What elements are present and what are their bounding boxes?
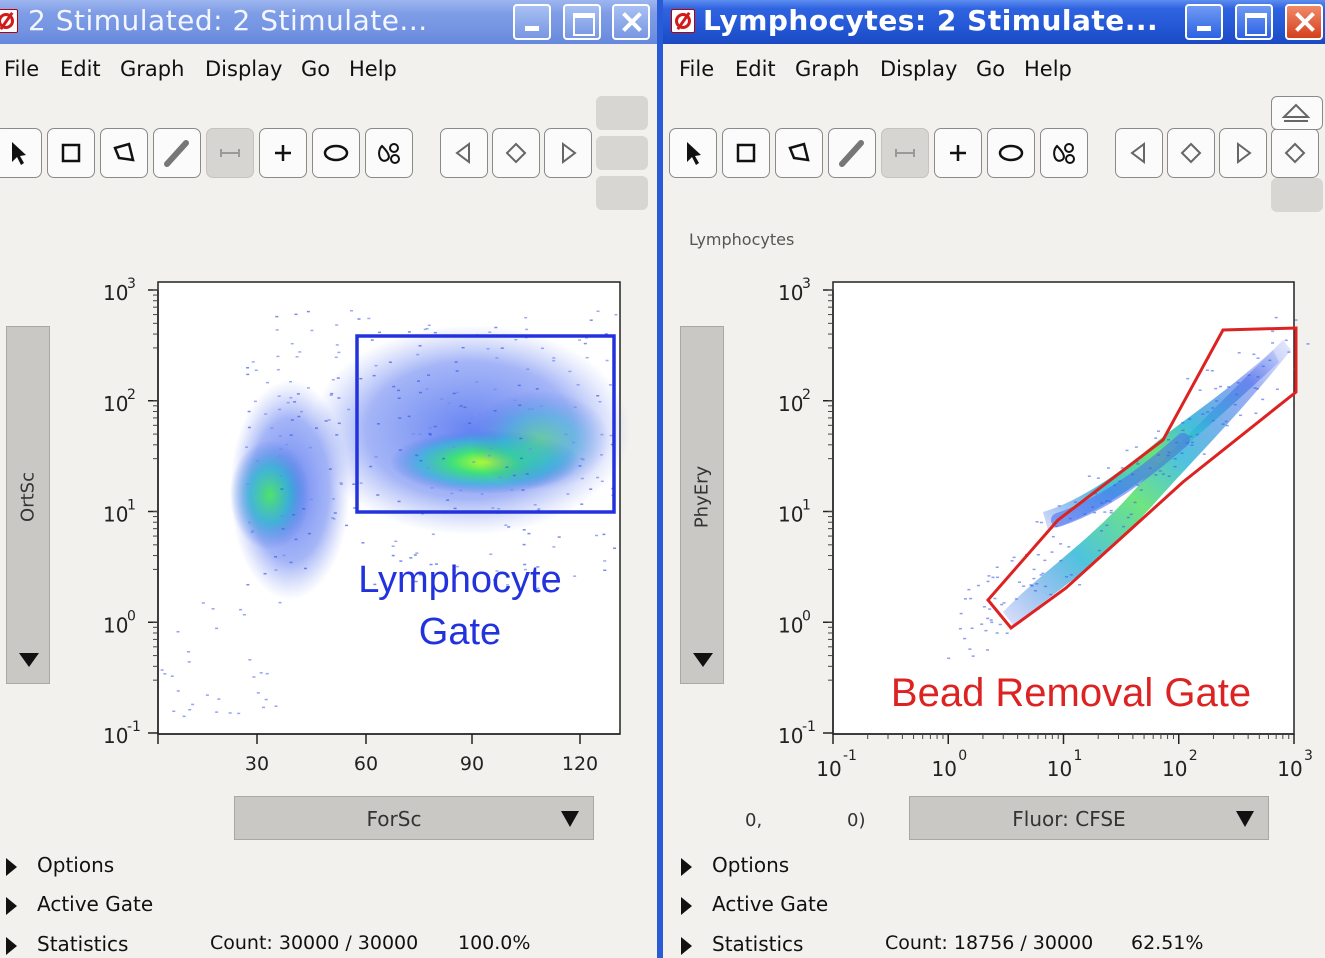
chevron-down-icon xyxy=(1236,811,1254,827)
active-gate-expander[interactable]: Active Gate xyxy=(6,892,153,916)
right-dot-plot[interactable]: Bead Removal Gate 10310210110010-1 10-11… xyxy=(663,0,1325,790)
y-tick-exponent: 0 xyxy=(127,608,136,624)
y-tick-label: 10 xyxy=(778,613,803,637)
y-tick-label: 10 xyxy=(778,392,803,416)
chevron-down-icon xyxy=(561,811,579,827)
gate-label-line2: Gate xyxy=(419,611,501,653)
active-gate-label: Active Gate xyxy=(37,892,154,916)
y-tick-label: 10 xyxy=(103,281,128,305)
options-expander[interactable]: Options xyxy=(6,853,114,877)
x-axis-param: ForSc xyxy=(366,807,422,831)
y-tick-label: 10 xyxy=(103,392,128,416)
active-gate-label: Active Gate xyxy=(712,892,829,916)
y-tick-exponent: 3 xyxy=(802,276,811,292)
event-count: Count: 18756 / 30000 xyxy=(885,932,1094,954)
y-tick-label: 10 xyxy=(103,613,128,637)
y-tick-exponent: -1 xyxy=(127,719,141,735)
y-tick-label: 10 xyxy=(103,503,128,527)
y-tick-label: 10 xyxy=(778,503,803,527)
y-tick-exponent: 3 xyxy=(127,276,136,292)
x-tick-label: 10 xyxy=(1277,757,1302,781)
y-tick-exponent: 2 xyxy=(802,387,811,403)
x-tick-label: 60 xyxy=(354,753,378,775)
x-axis-param: Fluor: CFSE xyxy=(1012,807,1126,831)
x-axis-selector[interactable]: Fluor: CFSE xyxy=(909,796,1269,840)
right-window: Lymphocytes: 2 Stimulate... File Edit Gr… xyxy=(663,0,1325,958)
gate-label: Bead Removal Gate xyxy=(891,671,1251,715)
statistics-expander[interactable]: Statistics xyxy=(6,932,128,956)
expand-triangle-icon xyxy=(6,857,17,876)
event-count: Count: 30000 / 30000 xyxy=(210,932,419,954)
y-tick-exponent: 1 xyxy=(802,498,811,514)
x-tick-label: 10 xyxy=(932,757,957,781)
event-percent: 100.0% xyxy=(458,932,531,954)
statistics-label: Statistics xyxy=(712,932,804,956)
y-tick-exponent: 0 xyxy=(802,608,811,624)
active-gate-expander[interactable]: Active Gate xyxy=(681,892,828,916)
left-window: 2 Stimulated: 2 Stimulate... File Edit G… xyxy=(0,0,657,958)
x-tick-exponent: 1 xyxy=(1074,748,1083,764)
options-expander[interactable]: Options xyxy=(681,853,789,877)
x-axis: 10-1100101102103 xyxy=(816,733,1313,781)
y-tick-label: 10 xyxy=(778,724,803,748)
statistics-expander[interactable]: Statistics xyxy=(681,932,803,956)
event-percent: 62.51% xyxy=(1131,932,1204,954)
x-tick-label: 30 xyxy=(245,753,269,775)
y-axis: 10310210110010-1 xyxy=(778,276,834,748)
expand-triangle-icon xyxy=(6,896,17,915)
gate-label-line1: Lymphocyte xyxy=(358,559,561,601)
expand-triangle-icon xyxy=(6,936,17,955)
statistics-label: Statistics xyxy=(37,932,129,956)
x-tick-label: 10 xyxy=(1162,757,1187,781)
y-tick-exponent: 2 xyxy=(127,387,136,403)
y-tick-label: 10 xyxy=(778,281,803,305)
expand-triangle-icon xyxy=(681,896,692,915)
y-tick-label: 10 xyxy=(103,724,128,748)
x-tick-label: 10 xyxy=(816,757,841,781)
coord-y: 0) xyxy=(847,810,866,831)
y-axis: 10310210110010-1 xyxy=(103,276,159,748)
x-tick-label: 10 xyxy=(1047,757,1072,781)
x-axis: 30 60 90 120 xyxy=(157,733,620,775)
x-tick-exponent: 2 xyxy=(1189,748,1198,764)
left-dot-plot[interactable]: Lymphocyte Gate 10310210110010-1 30 60 90 1… xyxy=(0,0,657,790)
x-tick-exponent: 3 xyxy=(1304,748,1313,764)
x-tick-label: 120 xyxy=(562,753,598,775)
x-axis-selector[interactable]: ForSc xyxy=(234,796,594,840)
y-tick-exponent: -1 xyxy=(802,719,816,735)
x-tick-exponent: 0 xyxy=(958,748,967,764)
options-label: Options xyxy=(712,853,790,877)
x-tick-exponent: -1 xyxy=(843,748,857,764)
coord-x: 0, xyxy=(745,810,763,831)
expand-triangle-icon xyxy=(681,936,692,955)
expand-triangle-icon xyxy=(681,857,692,876)
options-label: Options xyxy=(37,853,115,877)
y-tick-exponent: 1 xyxy=(127,498,136,514)
x-tick-label: 90 xyxy=(460,753,484,775)
